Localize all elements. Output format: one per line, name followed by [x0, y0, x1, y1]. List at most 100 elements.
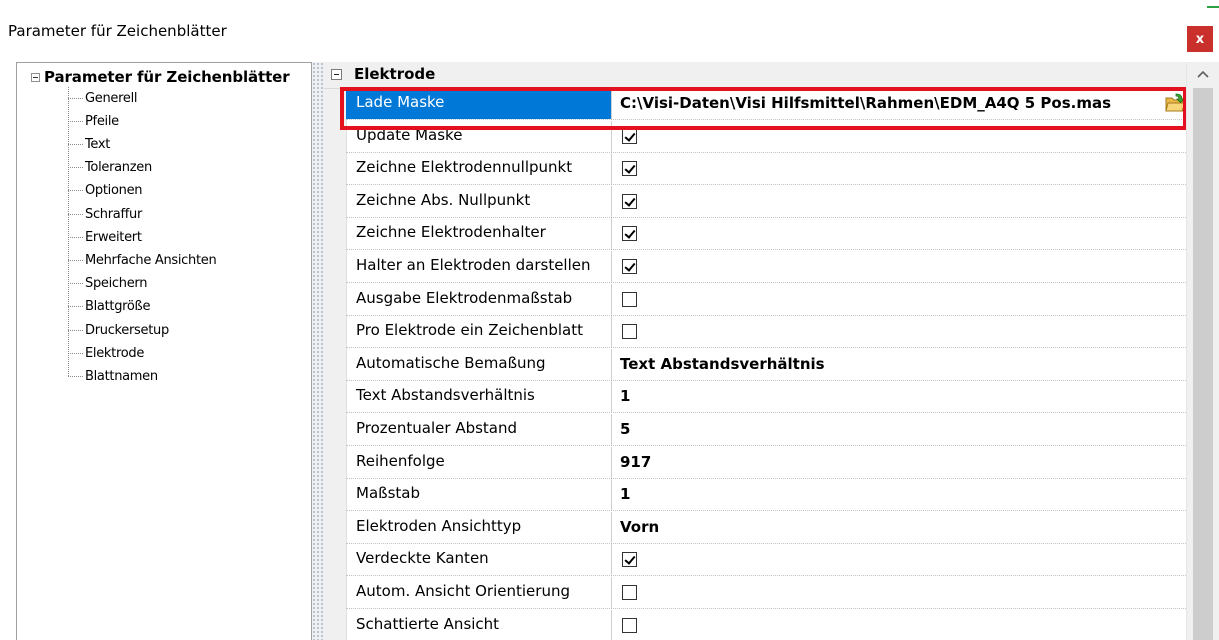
checkbox[interactable] [622, 552, 637, 568]
property-value[interactable]: Text Abstandsverhältnis [612, 349, 1194, 380]
property-name[interactable]: Halter an Elektroden darstellen [346, 251, 612, 282]
property-name[interactable]: Autom. Ansicht Orientierung [346, 577, 612, 608]
property-name[interactable]: Lade Maske [346, 88, 612, 119]
tree-item[interactable]: Blattgröße [68, 296, 150, 318]
close-button[interactable]: x [1187, 26, 1213, 52]
tree-item[interactable]: Optionen [68, 180, 143, 202]
property-name[interactable]: Automatische Bemaßung [346, 348, 612, 380]
tree-root[interactable]: Parameter für Zeichenblätter [31, 67, 290, 87]
tree-item-label: Generell [85, 90, 138, 106]
tree-item-label: Speichern [85, 276, 148, 292]
property-row[interactable]: Prozentualer Abstand 5 [346, 414, 1186, 446]
property-name[interactable]: Text Abstandsverhältnis [346, 381, 612, 413]
property-value[interactable]: 5 [612, 414, 1194, 445]
tree-item[interactable]: Pfeile [68, 110, 119, 132]
property-row[interactable]: Autom. Ansicht Orientierung [346, 577, 1186, 609]
property-value-cell[interactable] [612, 610, 1194, 640]
property-value-cell[interactable] [612, 544, 1194, 575]
property-row[interactable]: Halter an Elektroden darstellen [346, 251, 1186, 283]
scroll-thumb[interactable] [1193, 88, 1213, 640]
property-value-text: 917 [620, 452, 652, 471]
category-header[interactable]: Elektrode [324, 62, 1186, 89]
checkbox[interactable] [622, 324, 637, 340]
tree-connector [68, 329, 83, 331]
property-name[interactable]: Zeichne Elektrodennullpunkt [346, 153, 612, 185]
property-value-cell[interactable] [612, 121, 1194, 152]
property-value-cell[interactable] [612, 577, 1194, 608]
folder-open-icon[interactable] [1164, 92, 1186, 114]
checkbox[interactable] [622, 291, 637, 307]
tree-item[interactable]: Blattnamen [68, 365, 158, 387]
property-row[interactable]: Update Maske [346, 120, 1186, 153]
property-value[interactable]: 917 [612, 447, 1194, 478]
checkbox[interactable] [622, 259, 637, 274]
property-name[interactable]: Verdeckte Kanten [346, 544, 612, 576]
tree-item[interactable]: Erweitert [68, 226, 142, 248]
property-row[interactable]: Maßstab 1 [346, 479, 1186, 512]
path-value[interactable]: C:\Visi-Daten\Visi Hilfsmittel\Rahmen\ED… [612, 88, 1194, 119]
tree-item-label: Blattgröße [85, 299, 151, 315]
property-name[interactable]: Pro Elektrode ein Zeichenblatt [346, 316, 612, 348]
property-row[interactable]: Verdeckte Kanten [346, 544, 1186, 577]
property-name[interactable]: Zeichne Elektrodenhalter [346, 218, 612, 250]
title-bar: Parameter für Zeichenblätter x [0, 0, 1219, 62]
tree-connector [68, 375, 83, 377]
tree-item[interactable]: Speichern [68, 273, 147, 295]
collapse-icon[interactable] [31, 72, 40, 82]
tree-item-label: Elektrode [85, 345, 145, 361]
property-name[interactable]: Update Maske [346, 120, 612, 152]
property-row[interactable]: Zeichne Elektrodenhalter [346, 218, 1186, 251]
property-row[interactable]: Elektroden Ansichttyp Vorn [346, 511, 1186, 544]
property-name[interactable]: Elektroden Ansichttyp [346, 511, 612, 543]
property-row[interactable]: Zeichne Elektrodennullpunkt [346, 153, 1186, 186]
collapse-icon[interactable] [331, 69, 342, 80]
checkbox[interactable] [622, 128, 637, 144]
checkbox[interactable] [622, 617, 637, 633]
tree-item[interactable]: Text [68, 133, 110, 155]
property-value[interactable]: Vorn [612, 512, 1194, 543]
property-value-cell[interactable] [612, 153, 1194, 184]
tree-item-label: Erweitert [85, 229, 142, 245]
property-row[interactable]: Ausgabe Elektrodenmaßstab [346, 283, 1186, 316]
tree-item[interactable]: Druckersetup [68, 319, 169, 341]
tree-item[interactable]: Elektrode [68, 342, 144, 364]
tree-item-label: Blattnamen [85, 368, 158, 384]
checkbox[interactable] [622, 161, 637, 177]
property-name[interactable]: Prozentualer Abstand [346, 414, 612, 445]
tree-item-label: Toleranzen [85, 160, 152, 176]
property-row[interactable]: Schattierte Ansicht [346, 609, 1186, 640]
property-value[interactable]: 1 [612, 381, 1194, 412]
tree-item[interactable]: Toleranzen [68, 157, 152, 179]
property-value-cell[interactable] [612, 251, 1194, 282]
property-value-cell[interactable] [612, 284, 1194, 315]
property-row[interactable]: Pro Elektrode ein Zeichenblatt [346, 316, 1186, 349]
property-grid: Elektrode Lade Maske C:\Visi-Daten\Visi H… [324, 62, 1219, 640]
tree-connector [68, 213, 83, 215]
checkbox[interactable] [622, 193, 637, 209]
property-name[interactable]: Maßstab [346, 479, 612, 511]
property-name[interactable]: Zeichne Abs. Nullpunkt [346, 185, 612, 217]
splitter-handle[interactable] [312, 62, 324, 640]
tree-connector [68, 236, 83, 238]
checkbox[interactable] [622, 226, 637, 242]
property-row[interactable]: Lade Maske C:\Visi-Daten\Visi Hilfsmittel… [346, 88, 1186, 120]
checkbox[interactable] [622, 585, 637, 600]
tree-item-label: Schraffur [85, 206, 142, 222]
property-value-cell[interactable] [612, 218, 1194, 249]
scroll-up-button[interactable] [1187, 62, 1219, 86]
tree-item[interactable]: Schraffur [68, 203, 142, 225]
property-row[interactable]: Text Abstandsverhältnis 1 [346, 381, 1186, 414]
property-value-cell[interactable] [612, 186, 1194, 217]
property-row[interactable]: Automatische Bemaßung Text Abstandsverhäl… [346, 348, 1186, 381]
property-name[interactable]: Ausgabe Elektrodenmaßstab [346, 283, 612, 315]
tree-item[interactable]: Generell [68, 87, 138, 109]
property-value-text: 5 [620, 420, 631, 438]
property-row[interactable]: Reihenfolge 917 [346, 446, 1186, 479]
property-value-cell[interactable] [612, 316, 1194, 347]
property-row[interactable]: Zeichne Abs. Nullpunkt [346, 185, 1186, 218]
property-name[interactable]: Reihenfolge [346, 446, 612, 478]
vertical-scrollbar[interactable] [1186, 62, 1219, 640]
property-value[interactable]: 1 [612, 479, 1194, 510]
property-name[interactable]: Schattierte Ansicht [346, 609, 612, 640]
tree-item[interactable]: Mehrfache Ansichten [68, 249, 217, 271]
